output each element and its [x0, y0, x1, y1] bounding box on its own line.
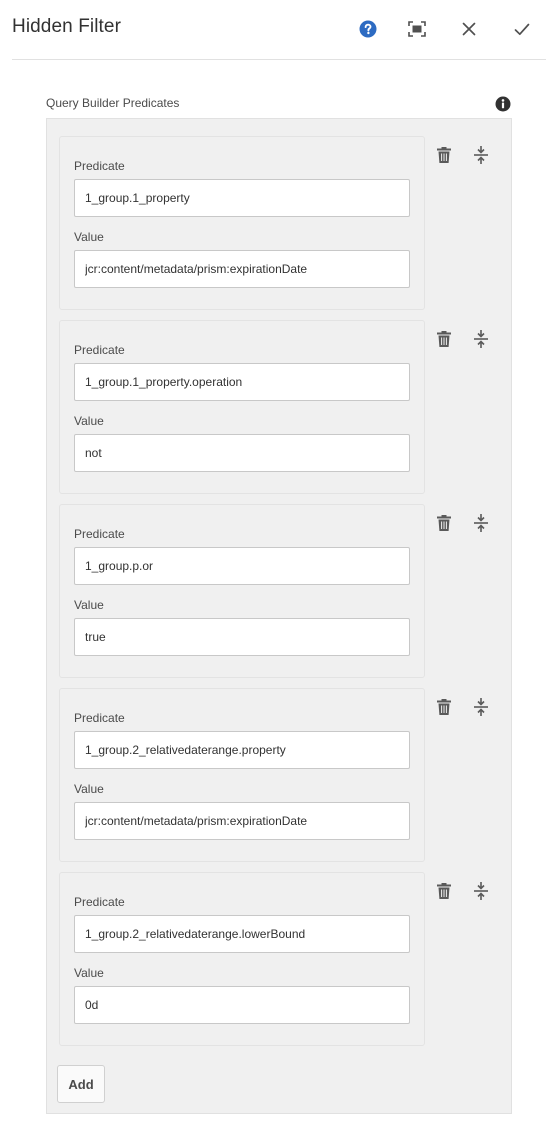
- delete-item-button[interactable]: [432, 511, 456, 535]
- reorder-handle[interactable]: [469, 879, 493, 903]
- info-icon[interactable]: [495, 96, 511, 112]
- multifield-item: Predicate Value: [59, 872, 425, 1046]
- close-button[interactable]: [456, 15, 482, 43]
- delete-item-button[interactable]: [432, 695, 456, 719]
- predicate-label: Predicate: [74, 895, 125, 909]
- predicate-input[interactable]: [74, 179, 410, 217]
- help-button[interactable]: [355, 15, 381, 43]
- help-icon: [359, 20, 377, 38]
- multifield-item: Predicate Value: [59, 320, 425, 494]
- value-label: Value: [74, 598, 104, 612]
- multifield-item: Predicate Value: [59, 688, 425, 862]
- reorder-handle[interactable]: [469, 327, 493, 351]
- predicate-label: Predicate: [74, 343, 125, 357]
- fullscreen-icon: [408, 21, 426, 37]
- predicate-label: Predicate: [74, 711, 125, 725]
- predicate-input[interactable]: [74, 547, 410, 585]
- value-input[interactable]: [74, 618, 410, 656]
- move-vertical-icon: [474, 514, 488, 532]
- predicate-input[interactable]: [74, 363, 410, 401]
- multifield-container: Predicate Value Predicate Value Predicat…: [46, 118, 512, 1114]
- move-vertical-icon: [474, 146, 488, 164]
- trash-icon: [437, 515, 451, 531]
- value-input[interactable]: [74, 250, 410, 288]
- multifield-label: Query Builder Predicates: [46, 96, 180, 110]
- checkmark-icon: [514, 23, 530, 35]
- done-button[interactable]: [509, 15, 535, 43]
- reorder-handle[interactable]: [469, 695, 493, 719]
- trash-icon: [437, 883, 451, 899]
- close-icon: [462, 22, 476, 36]
- delete-item-button[interactable]: [432, 879, 456, 903]
- predicate-label: Predicate: [74, 527, 125, 541]
- add-item-button[interactable]: Add: [57, 1065, 105, 1103]
- value-label: Value: [74, 966, 104, 980]
- move-vertical-icon: [474, 698, 488, 716]
- delete-item-button[interactable]: [432, 327, 456, 351]
- value-input[interactable]: [74, 802, 410, 840]
- multifield-item: Predicate Value: [59, 136, 425, 310]
- value-label: Value: [74, 230, 104, 244]
- predicate-input[interactable]: [74, 731, 410, 769]
- predicate-label: Predicate: [74, 159, 125, 173]
- dialog-title: Hidden Filter: [12, 16, 122, 37]
- value-input[interactable]: [74, 986, 410, 1024]
- predicate-input[interactable]: [74, 915, 410, 953]
- move-vertical-icon: [474, 330, 488, 348]
- value-label: Value: [74, 414, 104, 428]
- fullscreen-button[interactable]: [404, 15, 430, 43]
- trash-icon: [437, 147, 451, 163]
- multifield-item: Predicate Value: [59, 504, 425, 678]
- delete-item-button[interactable]: [432, 143, 456, 167]
- header-divider: [12, 59, 546, 60]
- reorder-handle[interactable]: [469, 511, 493, 535]
- reorder-handle[interactable]: [469, 143, 493, 167]
- value-label: Value: [74, 782, 104, 796]
- trash-icon: [437, 331, 451, 347]
- value-input[interactable]: [74, 434, 410, 472]
- dialog-header: Hidden Filter: [0, 0, 551, 58]
- move-vertical-icon: [474, 882, 488, 900]
- trash-icon: [437, 699, 451, 715]
